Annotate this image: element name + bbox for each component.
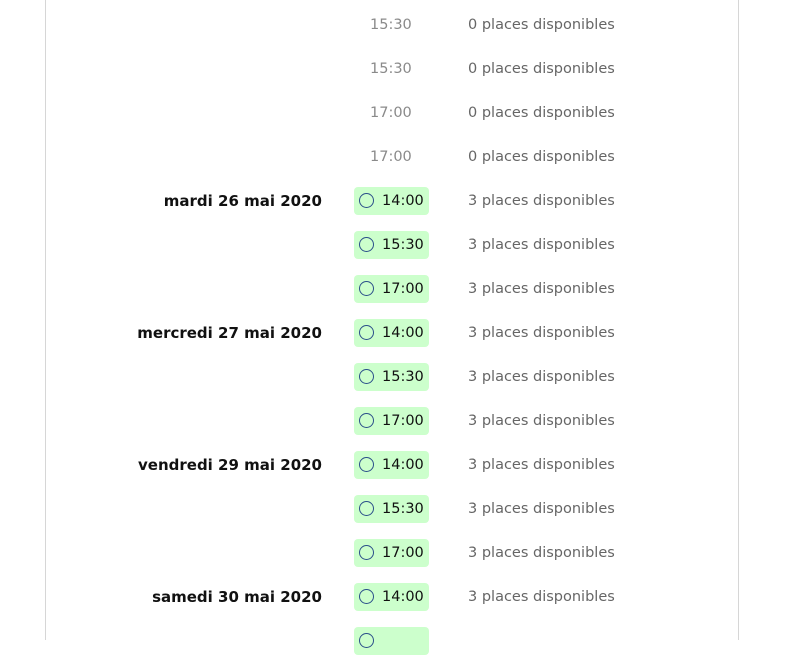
places-available: 3 places disponibles	[468, 193, 615, 209]
radio-icon[interactable]	[359, 545, 374, 560]
slot-row: 17:00 0 places disponibles	[0, 135, 787, 179]
slot-time: 17:00	[382, 413, 424, 429]
places-available: 3 places disponibles	[468, 457, 615, 473]
places-available: 0 places disponibles	[468, 105, 615, 121]
radio-icon[interactable]	[359, 457, 374, 472]
places-available: 3 places disponibles	[468, 281, 615, 297]
slot-row: mercredi 27 mai 2020 14:00 3 places dispon…	[0, 311, 787, 355]
slot-time-disabled: 17:00	[370, 149, 412, 165]
places-available: 3 places disponibles	[468, 589, 615, 605]
slot-row	[0, 619, 787, 663]
radio-icon[interactable]	[359, 413, 374, 428]
places-available: 3 places disponibles	[468, 545, 615, 561]
slot-time-disabled: 17:00	[370, 105, 412, 121]
time-slot-option[interactable]: 15:30	[354, 495, 429, 523]
slot-row: 17:00 0 places disponibles	[0, 91, 787, 135]
slot-time: 14:00	[382, 589, 424, 605]
slot-row: vendredi 29 mai 2020 14:00 3 places dispon…	[0, 443, 787, 487]
date-label: mardi 26 mai 2020	[163, 192, 322, 210]
places-available: 0 places disponibles	[468, 149, 615, 165]
slot-row: 17:00 3 places disponibles	[0, 531, 787, 575]
time-slot-option[interactable]: 14:00	[354, 187, 429, 215]
places-available: 3 places disponibles	[468, 369, 615, 385]
date-label: vendredi 29 mai 2020	[138, 456, 322, 474]
time-slot-option[interactable]: 15:30	[354, 231, 429, 259]
radio-icon[interactable]	[359, 633, 374, 648]
slot-time: 14:00	[382, 193, 424, 209]
date-label: samedi 30 mai 2020	[152, 588, 322, 606]
time-slot-option[interactable]: 14:00	[354, 451, 429, 479]
radio-icon[interactable]	[359, 501, 374, 516]
slot-time: 14:00	[382, 325, 424, 341]
slot-row: 15:30 0 places disponibles	[0, 47, 787, 91]
slot-time: 17:00	[382, 545, 424, 561]
slot-row: 15:30 3 places disponibles	[0, 223, 787, 267]
time-slot-option[interactable]: 17:00	[354, 275, 429, 303]
places-available: 3 places disponibles	[468, 413, 615, 429]
radio-icon[interactable]	[359, 589, 374, 604]
places-available: 3 places disponibles	[468, 325, 615, 341]
slot-row: 17:00 3 places disponibles	[0, 267, 787, 311]
slot-row: 15:30 3 places disponibles	[0, 487, 787, 531]
places-available: 3 places disponibles	[468, 237, 615, 253]
date-label: mercredi 27 mai 2020	[137, 324, 322, 342]
places-available: 0 places disponibles	[468, 61, 615, 77]
time-slot-option[interactable]	[354, 627, 429, 655]
slot-time-disabled: 15:30	[370, 17, 412, 33]
slot-row: 15:30 3 places disponibles	[0, 355, 787, 399]
places-available: 3 places disponibles	[468, 501, 615, 517]
places-available: 0 places disponibles	[468, 17, 615, 33]
slot-row: samedi 30 mai 2020 14:00 3 places disponib…	[0, 575, 787, 619]
time-slot-option[interactable]: 17:00	[354, 407, 429, 435]
slot-row: mardi 26 mai 2020 14:00 3 places disponibl…	[0, 179, 787, 223]
slot-time: 15:30	[382, 237, 424, 253]
slot-time: 15:30	[382, 501, 424, 517]
radio-icon[interactable]	[359, 193, 374, 208]
radio-icon[interactable]	[359, 369, 374, 384]
slot-time: 15:30	[382, 369, 424, 385]
slot-time-disabled: 15:30	[370, 61, 412, 77]
slot-time: 14:00	[382, 457, 424, 473]
slot-time: 17:00	[382, 281, 424, 297]
radio-icon[interactable]	[359, 237, 374, 252]
time-slot-option[interactable]: 17:00	[354, 539, 429, 567]
time-slot-option[interactable]: 15:30	[354, 363, 429, 391]
radio-icon[interactable]	[359, 281, 374, 296]
radio-icon[interactable]	[359, 325, 374, 340]
slot-row: 15:30 0 places disponibles	[0, 3, 787, 47]
slot-row: 17:00 3 places disponibles	[0, 399, 787, 443]
time-slot-option[interactable]: 14:00	[354, 583, 429, 611]
time-slot-option[interactable]: 14:00	[354, 319, 429, 347]
